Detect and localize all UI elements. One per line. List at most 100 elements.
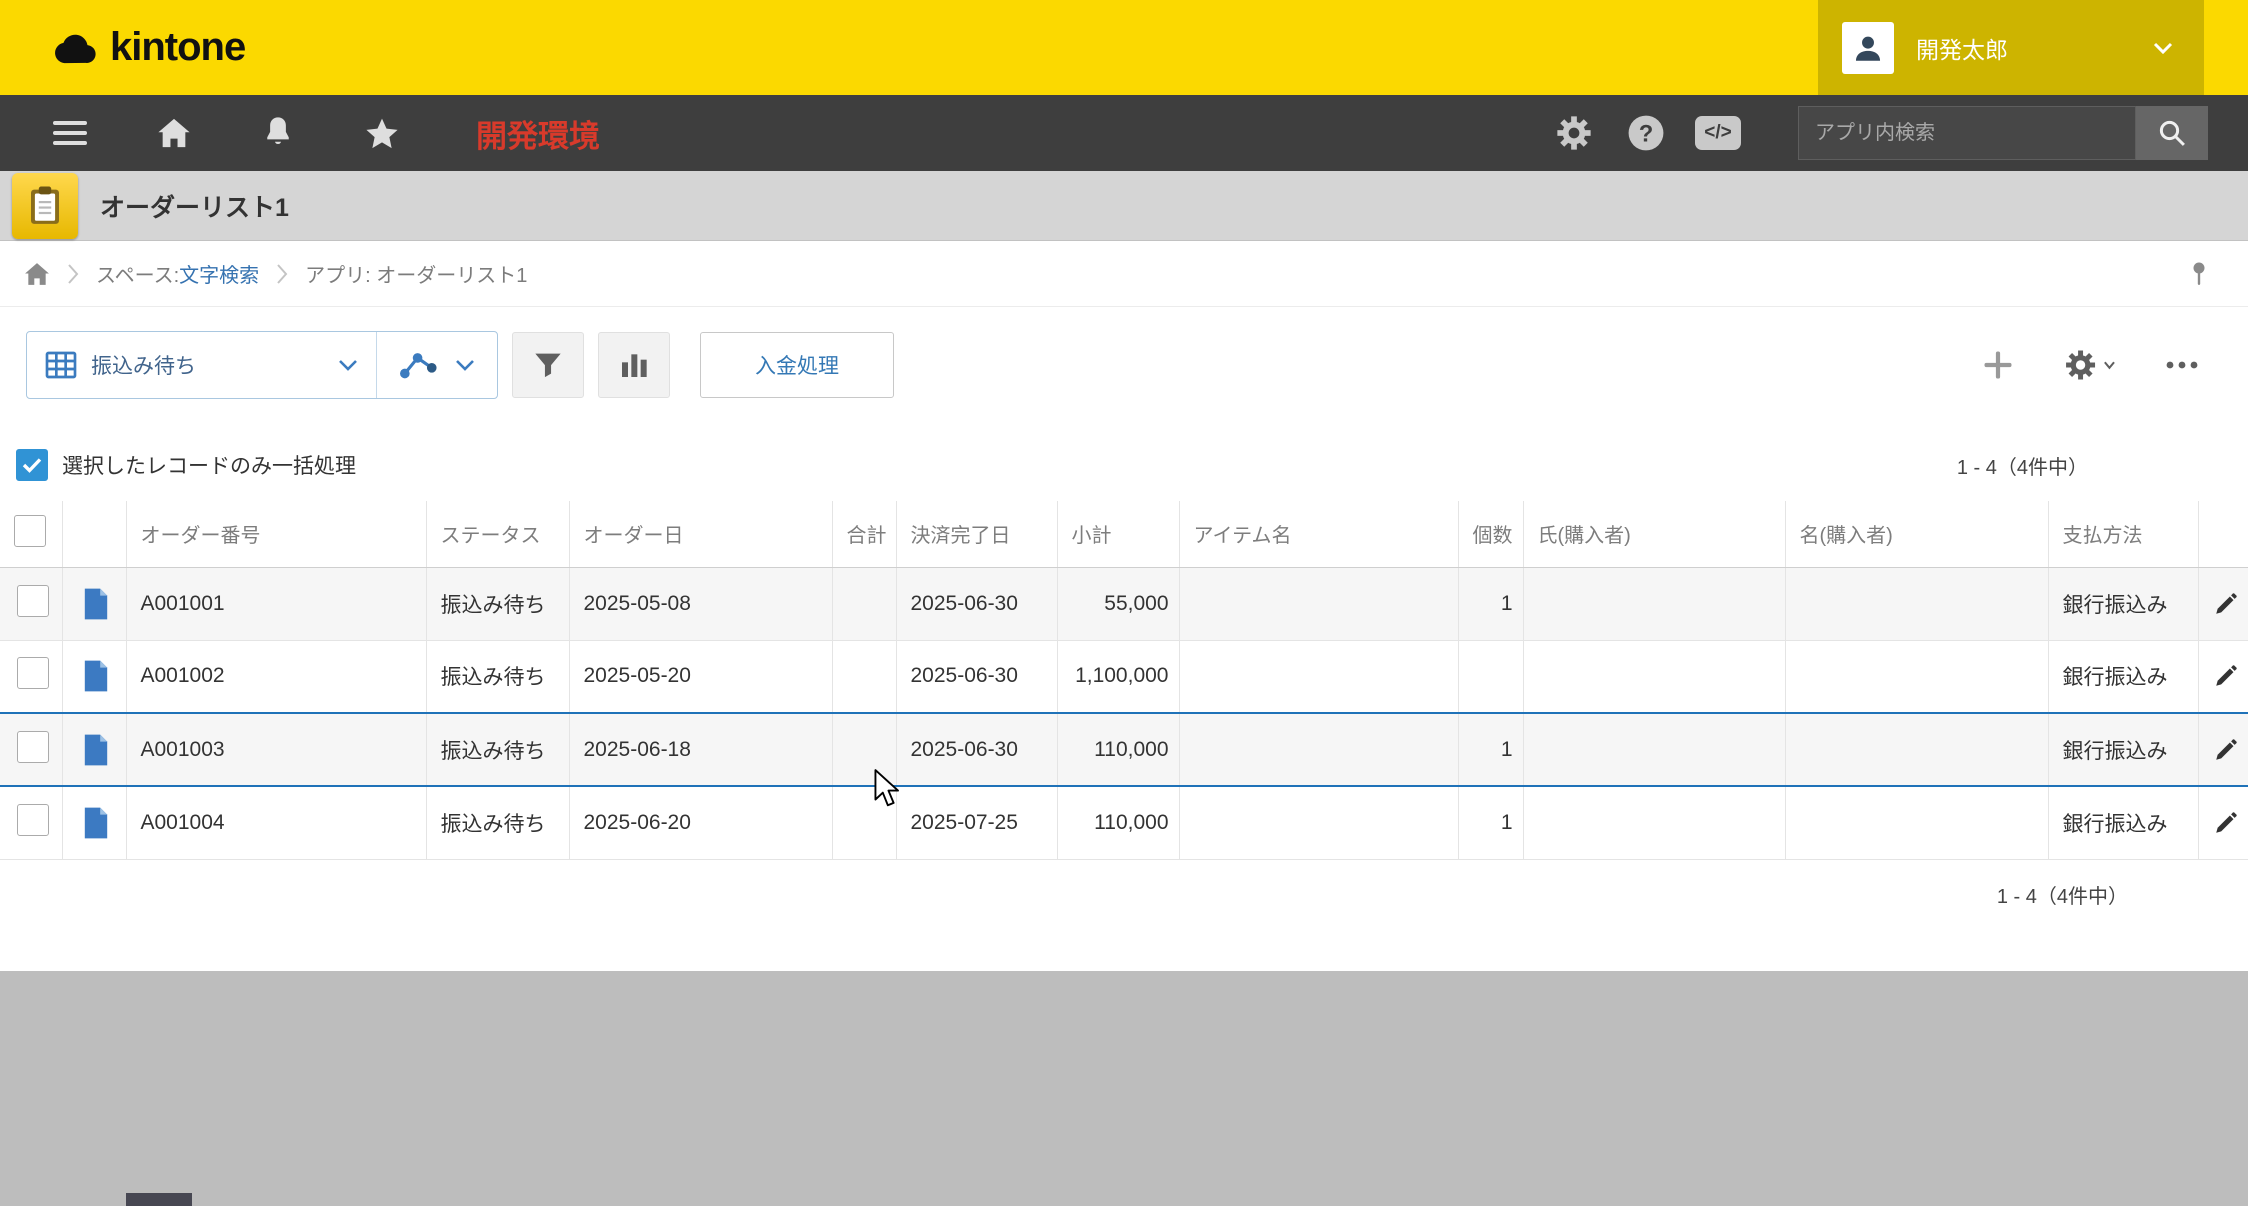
- cell-total: [832, 712, 897, 787]
- cell-order-date: 2025-05-20: [569, 640, 833, 714]
- cell-total: [832, 567, 897, 641]
- filter-button[interactable]: [512, 332, 584, 398]
- chart-button[interactable]: [598, 332, 670, 398]
- process-flow-button[interactable]: [377, 332, 497, 398]
- app-title-band: オーダーリスト1: [0, 171, 2248, 241]
- breadcrumb-space-prefix: スペース:: [96, 265, 180, 287]
- environment-label: 開発環境: [476, 118, 600, 154]
- cell-payment: 銀行振込み: [2048, 640, 2199, 714]
- settings-gear-icon[interactable]: [1552, 111, 1596, 155]
- cell-last-name: [1523, 786, 1786, 860]
- payment-process-button[interactable]: 入金処理: [700, 332, 894, 398]
- table-view-icon: [45, 351, 77, 379]
- cell-first-name: [1785, 786, 2049, 860]
- more-options-button[interactable]: [2156, 339, 2208, 391]
- column-header[interactable]: 支払方法: [2048, 501, 2199, 568]
- bottom-left-tab: [126, 1193, 192, 1206]
- table-row[interactable]: A001002 振込み待ち 2025-05-20 2025-06-30 1,10…: [0, 640, 2248, 714]
- row-checkbox[interactable]: [16, 657, 49, 690]
- record-document-icon[interactable]: [77, 733, 116, 767]
- breadcrumb-separator-icon: [275, 262, 289, 286]
- table-header-row: オーダー番号 ステータス オーダー日 合計 決済完了日 小計 アイテム名 個数 …: [0, 501, 2248, 568]
- record-document-icon[interactable]: [77, 806, 116, 840]
- cell-order-no: A001004: [126, 786, 427, 860]
- table-row[interactable]: A001001 振込み待ち 2025-05-08 2025-06-30 55,0…: [0, 567, 2248, 641]
- user-name: 開発太郎: [1916, 36, 2008, 63]
- cell-settle-date: 2025-06-30: [896, 640, 1058, 714]
- chevron-down-icon: [338, 359, 358, 372]
- column-header[interactable]: 氏(購入者): [1523, 501, 1786, 568]
- cell-status: 振込み待ち: [426, 640, 570, 714]
- cell-status: 振込み待ち: [426, 567, 570, 641]
- cell-total: [832, 786, 897, 860]
- svg-text:?: ?: [1639, 121, 1654, 148]
- cell-settle-date: 2025-06-30: [896, 712, 1058, 787]
- cell-payment: 銀行振込み: [2048, 567, 2199, 641]
- record-document-icon[interactable]: [77, 659, 116, 693]
- column-header[interactable]: 決済完了日: [896, 501, 1058, 568]
- kintone-cloud-icon: [52, 31, 98, 65]
- column-header[interactable]: 個数: [1458, 501, 1524, 568]
- column-header[interactable]: オーダー日: [569, 501, 833, 568]
- notifications-bell-icon[interactable]: [256, 111, 300, 155]
- brand-name: kintone: [110, 25, 246, 69]
- bulk-process-label: 選択したレコードのみ一括処理: [62, 455, 356, 478]
- cell-order-no: A001003: [126, 712, 427, 787]
- pagination-label-bottom: 1 - 4（4件中）: [1996, 885, 2128, 908]
- user-menu[interactable]: 開発太郎: [1818, 0, 2204, 95]
- edit-pencil-icon[interactable]: [2213, 810, 2239, 836]
- cell-first-name: [1785, 712, 2049, 787]
- edit-pencil-icon[interactable]: [2213, 737, 2239, 763]
- cell-qty: 1: [1458, 567, 1524, 641]
- row-checkbox[interactable]: [16, 584, 49, 617]
- cell-qty: [1458, 640, 1524, 714]
- cell-subtotal: 55,000: [1057, 567, 1180, 641]
- home-icon[interactable]: [152, 111, 196, 155]
- edit-pencil-icon[interactable]: [2213, 663, 2239, 689]
- kintone-logo: kintone: [0, 25, 246, 70]
- row-checkbox[interactable]: [16, 730, 49, 763]
- column-header[interactable]: 小計: [1057, 501, 1180, 568]
- cell-order-no: A001001: [126, 567, 427, 641]
- table-row[interactable]: A001003 振込み待ち 2025-06-18 2025-06-30 110,…: [0, 712, 2248, 787]
- record-document-icon[interactable]: [77, 587, 116, 621]
- search-button[interactable]: [2136, 106, 2208, 160]
- bulk-process-checkbox[interactable]: [16, 449, 48, 481]
- search-input[interactable]: [1798, 106, 2136, 160]
- favorites-star-icon[interactable]: [360, 111, 404, 155]
- cell-status: 振込み待ち: [426, 712, 570, 787]
- app-title: オーダーリスト1: [100, 193, 289, 222]
- breadcrumb-space-link[interactable]: 文字検索: [179, 259, 259, 288]
- cell-settle-date: 2025-07-25: [896, 786, 1058, 860]
- cell-item-name: [1179, 786, 1459, 860]
- help-icon[interactable]: ?: [1624, 111, 1668, 155]
- edit-column-header: [2198, 501, 2248, 568]
- column-header[interactable]: 合計: [832, 501, 897, 568]
- cell-qty: 1: [1458, 786, 1524, 860]
- pin-icon[interactable]: [2188, 260, 2210, 288]
- column-header[interactable]: アイテム名: [1179, 501, 1459, 568]
- developer-code-icon[interactable]: </>: [1695, 111, 1741, 155]
- row-checkbox[interactable]: [16, 803, 49, 836]
- table-row[interactable]: A001004 振込み待ち 2025-06-20 2025-07-25 110,…: [0, 786, 2248, 860]
- cell-item-name: [1179, 567, 1459, 641]
- column-header[interactable]: 名(購入者): [1785, 501, 2049, 568]
- edit-pencil-icon[interactable]: [2213, 591, 2239, 617]
- cell-last-name: [1523, 640, 1786, 714]
- column-header[interactable]: ステータス: [426, 501, 570, 568]
- cell-total: [832, 640, 897, 714]
- view-select[interactable]: 振込み待ち: [27, 332, 377, 398]
- chevron-down-icon: [455, 359, 475, 372]
- breadcrumb-app-label: アプリ: オーダーリスト1: [305, 265, 528, 287]
- column-header[interactable]: オーダー番号: [126, 501, 427, 568]
- breadcrumb-home-icon[interactable]: [24, 262, 50, 286]
- kintone-header: kintone 開発太郎: [0, 0, 2248, 95]
- cell-subtotal: 1,100,000: [1057, 640, 1180, 714]
- list-settings-button[interactable]: [2064, 339, 2116, 391]
- chevron-down-icon: [2104, 361, 2115, 370]
- hamburger-menu-icon[interactable]: [48, 111, 92, 155]
- select-all-checkbox[interactable]: [14, 514, 46, 547]
- avatar: [1842, 21, 1894, 74]
- add-record-button[interactable]: [1972, 339, 2024, 391]
- main-content: スペース: 文字検索 アプリ: オーダーリスト1 振込み待ち 入金処理 選択した…: [0, 241, 2248, 971]
